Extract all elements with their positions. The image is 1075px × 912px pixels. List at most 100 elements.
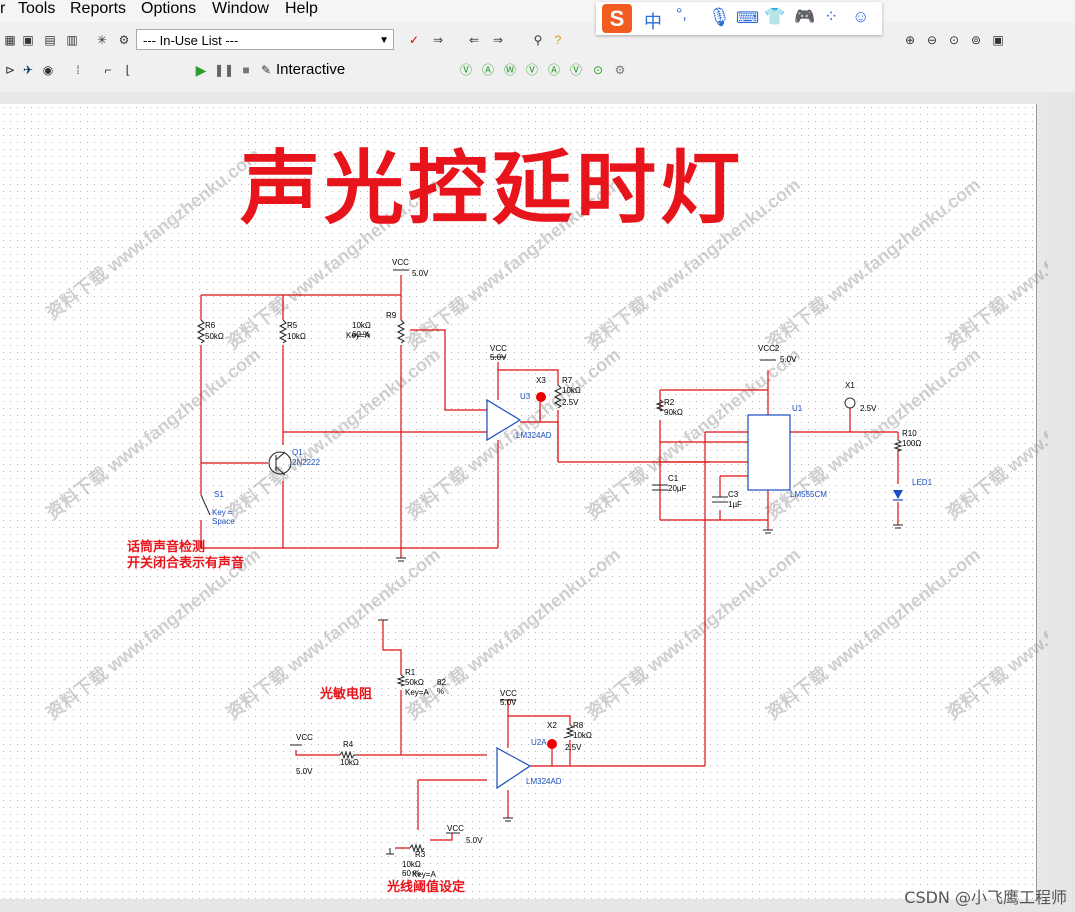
r6-label: R6 [205, 321, 216, 330]
menu-item-window[interactable]: Window [212, 0, 269, 18]
step-icon[interactable]: ⌊ [120, 62, 136, 78]
ime-toolbar: S 中 °, 🎙 ⌨ 👕 🎮 ⁘ ☺ [596, 2, 882, 35]
spreadsheet-icon[interactable]: ▤ [42, 32, 58, 48]
menu-item-help[interactable]: Help [285, 0, 318, 18]
grid-icon[interactable]: ▦ [2, 32, 18, 48]
u3-label: U3 [520, 392, 531, 401]
c3-label: C3 [728, 490, 739, 499]
vcc2-label: VCC2 [758, 344, 780, 353]
r10-value: 100Ω [902, 439, 922, 448]
c1-label: C1 [668, 474, 679, 483]
menu-item-options[interactable]: Options [141, 0, 196, 18]
vcc-bottom-label: VCC [296, 733, 313, 742]
csdn-credit: CSDN @小飞鹰工程师 [904, 888, 1067, 907]
settings-icon[interactable]: ⚙ [116, 32, 132, 48]
in-use-list-select[interactable]: --- In-Use List --- ▼ [136, 29, 394, 50]
q1-part: 2N2222 [292, 458, 321, 467]
vertical-scrollbar[interactable] [1048, 92, 1075, 912]
zoom-fit-icon[interactable]: ⊚ [968, 32, 984, 48]
gamepad-icon[interactable]: 🎮 [794, 7, 815, 27]
lm324-u2-label: LM324AD [526, 777, 562, 786]
pause-icon[interactable]: ❚❚ [214, 62, 234, 78]
forward-annotate-icon[interactable]: ⇒ [430, 32, 446, 48]
back-annotate-icon[interactable]: ⇐ [466, 32, 482, 48]
menu-item-partial[interactable]: r [0, 0, 5, 18]
digital-probe-icon[interactable]: ⊙ [590, 62, 606, 78]
skin-icon[interactable]: 👕 [764, 7, 785, 27]
interactive-mode-label[interactable]: Interactive [276, 61, 345, 78]
pin-icon[interactable]: ✈ [20, 62, 36, 78]
mic-annotation-line2: 开关闭合表示有声音 [127, 556, 245, 571]
q1-label: Q1 [292, 448, 303, 457]
zoom-out-icon[interactable]: ⊖ [924, 32, 940, 48]
r5-value: 10kΩ [287, 332, 306, 341]
keyboard-icon[interactable]: ⌨ [736, 8, 759, 28]
probe-settings-icon[interactable]: ⚙ [612, 62, 628, 78]
r6-value: 50kΩ [205, 332, 224, 341]
vcc2-voltage: 5.0V [780, 355, 797, 364]
menu-item-tools[interactable]: Tools [18, 0, 55, 18]
r10-label: R10 [902, 429, 917, 438]
sogou-logo-icon[interactable]: S [602, 4, 632, 33]
x2-voltage: 2.5V [565, 743, 582, 752]
wattmeter-icon[interactable]: Ⓦ [502, 62, 518, 78]
r5-label: R5 [287, 321, 298, 330]
voltmeter-icon[interactable]: Ⓥ [458, 62, 474, 78]
r2-value: 90kΩ [664, 408, 683, 417]
database-icon[interactable]: ▥ [64, 32, 80, 48]
assistant-icon[interactable]: ☺ [852, 7, 869, 27]
current-probe-icon[interactable]: Ⓐ [546, 62, 562, 78]
c1-value: 20µF [668, 484, 687, 493]
r2-label: R2 [664, 398, 675, 407]
vcc-r3-label: VCC [447, 824, 464, 833]
ref-probe-icon[interactable]: Ⓥ [568, 62, 584, 78]
chevron-down-icon: ▼ [379, 35, 389, 46]
x1-voltage: 2.5V [860, 404, 877, 413]
wrench-icon: ✎ [260, 63, 272, 77]
full-screen-icon[interactable]: ▣ [990, 32, 1006, 48]
r3-label: R3 [415, 850, 426, 859]
r1-label: R1 [405, 668, 416, 677]
r1-percent: 82 % [437, 678, 446, 696]
r4-label: R4 [343, 740, 354, 749]
ime-punctuation-mode[interactable]: °, [676, 6, 687, 24]
x2-label: X2 [547, 721, 557, 730]
zoom-area-icon[interactable]: ⊙ [946, 32, 962, 48]
r7-value: 10kΩ [562, 386, 581, 395]
meter-icon[interactable]: ◉ [40, 62, 56, 78]
r1-key: Key=A [405, 688, 429, 697]
vcc-top-voltage: 5.0V [412, 269, 429, 278]
r1-value: 50kΩ [405, 678, 424, 687]
probe-icon[interactable]: ⊳ [2, 62, 18, 78]
grapher-icon[interactable]: ▣ [20, 32, 36, 48]
ime-chinese-mode[interactable]: 中 [644, 8, 662, 34]
transfer-icon[interactable]: ⇒ [490, 32, 506, 48]
zoom-toolbar: ⊕ ⊖ ⊙ ⊚ ▣ [892, 26, 1012, 54]
wire-icon[interactable]: ⌐ [100, 62, 116, 78]
microphone-icon[interactable]: 🎙 [708, 7, 731, 28]
apps-icon[interactable]: ⁘ [824, 7, 838, 27]
u1-label: U1 [792, 404, 803, 413]
s1-label: S1 [214, 490, 224, 499]
r9-label: R9 [386, 311, 397, 320]
check-icon[interactable]: ✓ [406, 32, 422, 48]
zoom-in-icon[interactable]: ⊕ [902, 32, 918, 48]
menu-item-reports[interactable]: Reports [70, 0, 126, 18]
run-icon[interactable]: ▶ [193, 62, 209, 78]
x1-label: X1 [845, 381, 855, 390]
lm324-u3-label: LM324AD [516, 431, 552, 440]
r9-key: Key=A [346, 331, 370, 340]
horizontal-scrollbar[interactable] [0, 899, 1048, 912]
bus-icon[interactable]: ⁞ [70, 62, 86, 78]
toolbar-row-1-right: ✓ ⇒ ⇐ ⇒ ⚲ ? [398, 26, 578, 54]
vcc-opamp2-label: VCC 5.0V [500, 689, 517, 707]
find-icon[interactable]: ⚲ [530, 32, 546, 48]
component-icon[interactable]: ✳ [94, 32, 110, 48]
toolbar-row-2: ⊳ ✈ ◉ ⁞ ⌐ ⌊ ▶ ❚❚ ■ ✎ Interactive Ⓥ Ⓐ Ⓦ Ⓥ… [0, 56, 640, 84]
ammeter-icon[interactable]: Ⓐ [480, 62, 496, 78]
vcc-top-label: VCC [392, 258, 409, 267]
help-icon[interactable]: ? [550, 32, 566, 48]
vi-probe-icon[interactable]: Ⓥ [524, 62, 540, 78]
stop-icon[interactable]: ■ [238, 62, 254, 78]
led1-label: LED1 [912, 478, 933, 487]
